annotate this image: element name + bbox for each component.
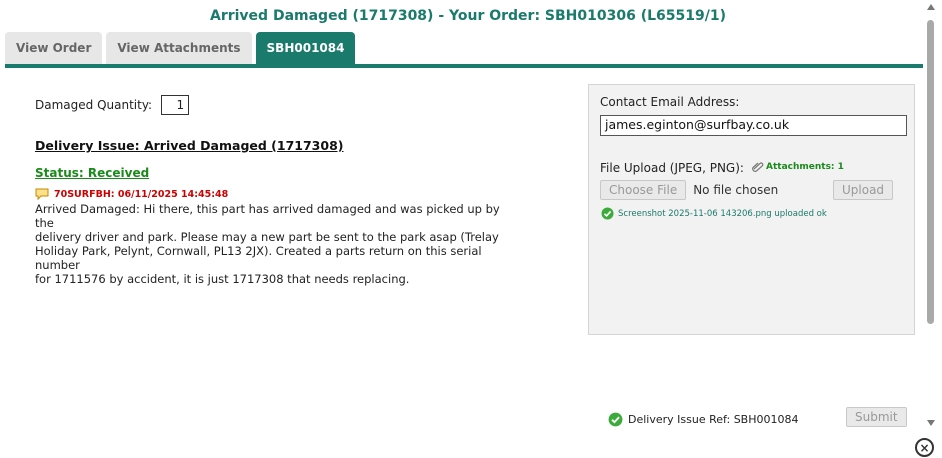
note-line: for 1711576 by accident, it is just 1717…: [35, 272, 410, 286]
quantity-row: Damaged Quantity: 1: [35, 95, 505, 115]
dialog-title: Arrived Damaged (1717308) - Your Order: …: [209, 8, 726, 24]
vertical-scrollbar[interactable]: [924, 0, 936, 432]
tab-bar: View Order View Attachments SBH001084: [5, 32, 359, 64]
check-circle-icon: [601, 207, 614, 220]
delivery-issue-ref: Delivery Issue Ref: SBH001084: [608, 412, 799, 427]
note-line: Holiday Park, Pelynt, Cornwall, PL13 2JX…: [35, 244, 482, 272]
issue-details: Damaged Quantity: 1 Delivery Issue: Arri…: [35, 95, 505, 286]
scroll-down-arrow-icon[interactable]: [927, 420, 935, 426]
speech-bubble-icon: [35, 188, 49, 201]
note-body: Arrived Damaged: Hi there, this part has…: [35, 202, 505, 286]
email-field[interactable]: james.eginton@surfbay.co.uk: [600, 115, 907, 136]
note-line: Arrived Damaged: Hi there, this part has…: [35, 202, 500, 230]
upload-success: Screenshot 2025-11-06 143206.png uploade…: [601, 207, 827, 220]
status-text: Status: Received: [35, 166, 150, 180]
quantity-value: 1: [161, 95, 190, 115]
tab-delivery-issue[interactable]: SBH001084: [255, 32, 356, 64]
paperclip-icon: [752, 162, 764, 172]
scroll-up-arrow-icon[interactable]: [927, 4, 935, 10]
quantity-label: Damaged Quantity:: [35, 98, 153, 112]
check-circle-icon: [608, 412, 623, 427]
tab-view-attachments[interactable]: View Attachments: [106, 32, 252, 64]
choose-file-button[interactable]: Choose File: [600, 180, 687, 200]
tab-view-order[interactable]: View Order: [5, 32, 103, 64]
issue-title: Delivery Issue: Arrived Damaged (1717308…: [35, 138, 344, 153]
attachments-count: Attachments: 1: [766, 162, 844, 172]
attachments-link[interactable]: Attachments: 1: [752, 162, 844, 172]
note-author-time: 70SURFBH: 06/11/2025 14:45:48: [54, 189, 229, 200]
submit-button[interactable]: Submit: [846, 407, 907, 427]
note-header: 70SURFBH: 06/11/2025 14:45:48: [35, 188, 505, 201]
upload-success-text: Screenshot 2025-11-06 143206.png uploade…: [618, 208, 827, 219]
upload-button[interactable]: Upload: [833, 180, 894, 200]
email-label: Contact Email Address:: [600, 95, 740, 109]
scrollbar-thumb[interactable]: [927, 20, 934, 324]
upload-label: File Upload (JPEG, PNG):: [600, 161, 744, 175]
file-picker: Choose File No file chosen: [600, 180, 778, 200]
note-line: delivery driver and park. Please may a n…: [35, 230, 499, 244]
contact-upload-panel: Contact Email Address: james.eginton@sur…: [588, 84, 915, 335]
close-icon[interactable]: ×: [915, 438, 934, 457]
tab-underline: [5, 64, 923, 68]
no-file-text: No file chosen: [693, 183, 779, 197]
delivery-issue-ref-text: Delivery Issue Ref: SBH001084: [628, 413, 799, 426]
